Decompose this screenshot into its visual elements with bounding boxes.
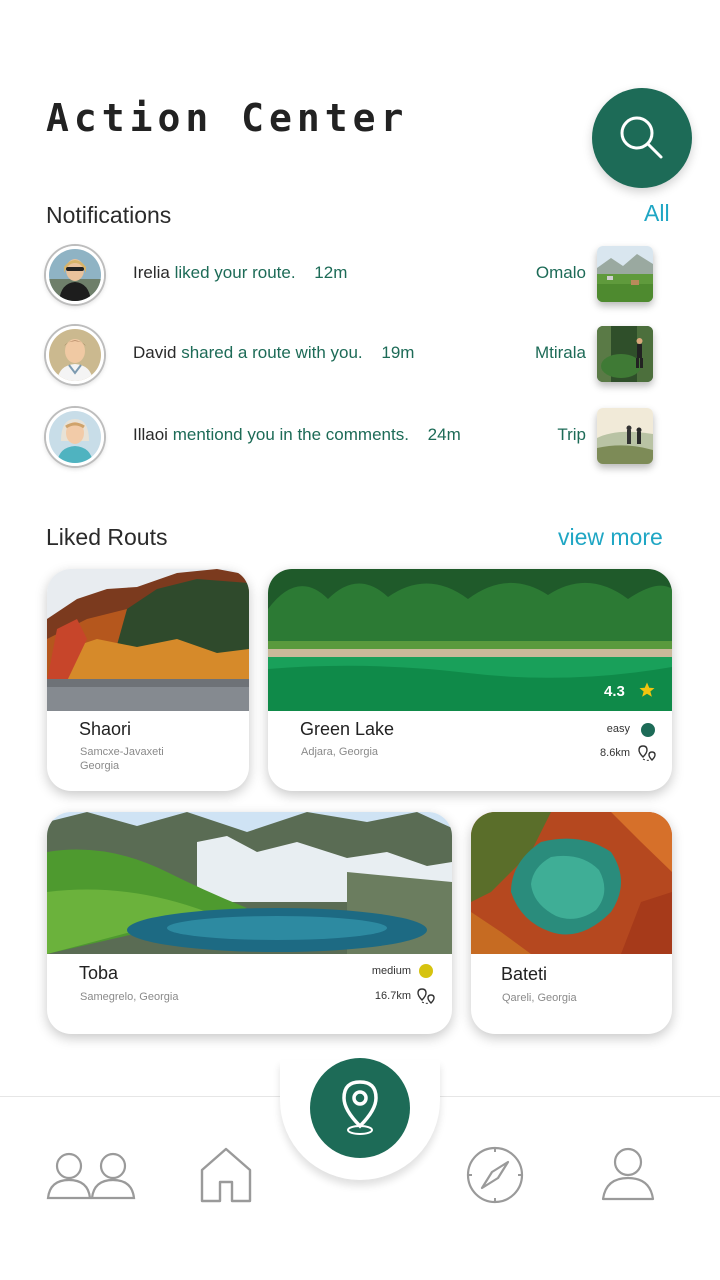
route-difficulty: medium bbox=[371, 965, 411, 977]
notification-route[interactable]: Trip bbox=[486, 425, 586, 445]
route-location: Adjara, Georgia bbox=[301, 746, 379, 758]
notifications-title: Notifications bbox=[46, 202, 172, 228]
route-difficulty: easy bbox=[606, 723, 630, 735]
view-more-link[interactable]: view more bbox=[558, 524, 663, 551]
notification-time: 19m bbox=[381, 343, 415, 362]
notification-action: mentiond you in the comments. bbox=[172, 425, 409, 444]
route-rating: 4.3 bbox=[604, 683, 625, 700]
notification-item[interactable]: Irelia liked your route. 12m Omalo bbox=[46, 246, 656, 306]
location-button[interactable] bbox=[310, 1058, 410, 1158]
avatar[interactable] bbox=[46, 408, 104, 466]
home-icon[interactable] bbox=[198, 1146, 254, 1204]
notification-action: shared a route with you. bbox=[181, 343, 363, 362]
star-icon bbox=[639, 682, 655, 697]
notification-user[interactable]: David bbox=[133, 343, 176, 362]
route-name: Green Lake bbox=[300, 719, 395, 739]
route-location: Samegrelo, Georgia bbox=[80, 991, 179, 1003]
route-thumbnail[interactable] bbox=[597, 326, 653, 382]
route-distance: 8.6km bbox=[600, 747, 630, 759]
notification-action: liked your route. bbox=[174, 263, 296, 282]
route-pin-icon bbox=[417, 988, 435, 1004]
search-button[interactable] bbox=[592, 88, 692, 188]
notification-user[interactable]: Irelia bbox=[133, 263, 170, 282]
route-card-shaori[interactable]: Shaori Samcxe-Javaxeti Georgia bbox=[47, 569, 249, 791]
route-card-toba[interactable]: Toba Samegrelo, Georgia medium 16.7km bbox=[47, 812, 452, 1034]
notification-time: 24m bbox=[427, 425, 461, 444]
avatar[interactable] bbox=[46, 326, 104, 384]
route-location: Qareli, Georgia bbox=[502, 992, 577, 1004]
route-thumbnail[interactable] bbox=[597, 246, 653, 302]
difficulty-dot bbox=[419, 964, 433, 978]
notification-route[interactable]: Mtirala bbox=[486, 343, 586, 363]
route-location: Samcxe-Javaxeti Georgia bbox=[80, 745, 164, 773]
notification-time: 12m bbox=[314, 263, 348, 282]
notification-route[interactable]: Omalo bbox=[486, 263, 586, 283]
route-location-line2: Georgia bbox=[80, 760, 120, 772]
route-image bbox=[47, 812, 452, 954]
route-thumbnail[interactable] bbox=[597, 408, 653, 464]
notification-item[interactable]: David shared a route with you. 19m Mtira… bbox=[46, 326, 656, 386]
liked-routes-title: Liked Routs bbox=[46, 524, 168, 550]
route-name: Bateti bbox=[501, 964, 548, 984]
location-pin-icon bbox=[342, 1080, 378, 1135]
profile-icon[interactable] bbox=[600, 1146, 656, 1202]
route-name: Toba bbox=[79, 963, 119, 983]
route-distance: 16.7km bbox=[374, 990, 411, 1002]
page-title: Action Center bbox=[46, 96, 409, 140]
route-card-green-lake[interactable]: 4.3 Green Lake Adjara, Georgia easy 8.6k… bbox=[268, 569, 672, 791]
notification-text: Irelia liked your route. 12m bbox=[133, 263, 347, 283]
notification-text: Illaoi mentiond you in the comments. 24m bbox=[133, 425, 461, 445]
route-image bbox=[471, 812, 672, 954]
search-icon bbox=[620, 116, 663, 159]
avatar[interactable] bbox=[46, 246, 104, 304]
route-image bbox=[47, 569, 249, 711]
notification-text: David shared a route with you. 19m bbox=[133, 343, 414, 363]
difficulty-dot bbox=[641, 723, 655, 737]
notification-user[interactable]: Illaoi bbox=[133, 425, 168, 444]
route-card-bateti[interactable]: Bateti Qareli, Georgia bbox=[471, 812, 672, 1034]
route-location-line1: Samcxe-Javaxeti bbox=[80, 746, 164, 758]
route-pin-icon bbox=[638, 745, 656, 761]
notifications-all-link[interactable]: All bbox=[644, 200, 670, 227]
compass-icon[interactable] bbox=[464, 1144, 526, 1206]
notification-item[interactable]: Illaoi mentiond you in the comments. 24m… bbox=[46, 408, 656, 468]
route-name: Shaori bbox=[79, 719, 132, 739]
friends-icon[interactable] bbox=[46, 1150, 136, 1202]
